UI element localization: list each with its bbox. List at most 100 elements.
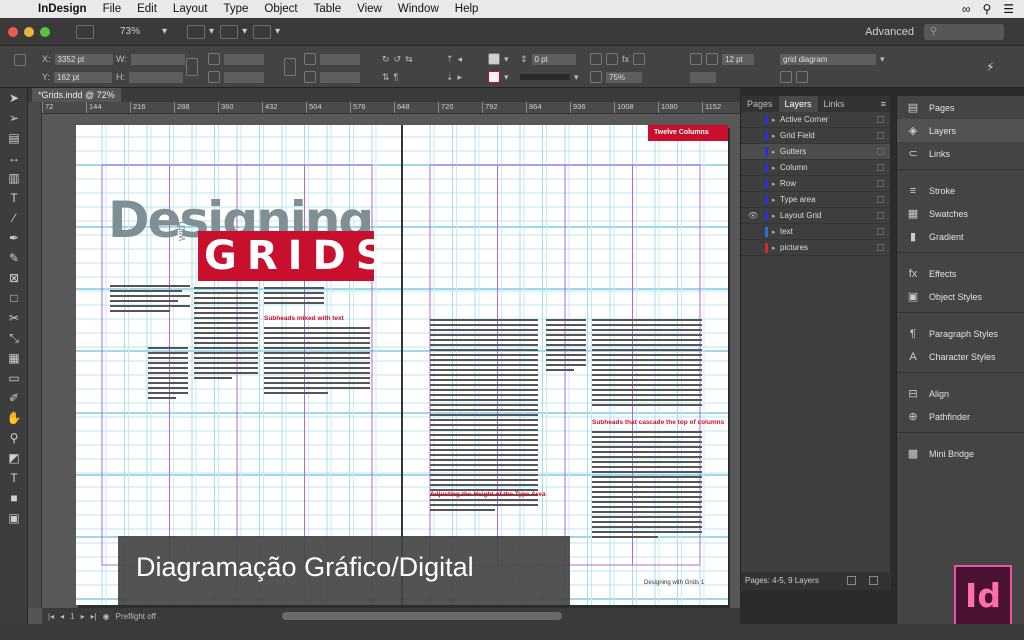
rotate-cw-icon[interactable]: ↻ [382, 54, 390, 65]
menu-object[interactable]: Object [256, 3, 305, 15]
scale-x-field[interactable] [224, 53, 264, 65]
panel-pages[interactable]: ▤ Pages [897, 96, 1024, 119]
page-spread[interactable]: Designing with GRIDS Twelve Columns Subh… [76, 125, 728, 605]
apply-color-icon[interactable]: ■ [0, 488, 28, 508]
panel-layers[interactable]: ◈ Layers [897, 119, 1024, 142]
layer-target-box[interactable] [877, 244, 884, 251]
scale-y-field[interactable] [224, 71, 264, 83]
expand-triangle-icon[interactable]: ▸ [772, 196, 780, 204]
menu-window[interactable]: Window [390, 3, 447, 15]
fill-stroke-icon[interactable]: ◩ [0, 448, 28, 468]
arrange-documents-icon[interactable] [253, 24, 272, 39]
note-tool-icon[interactable]: ▭ [0, 368, 28, 388]
stroke-type-select[interactable] [520, 74, 570, 80]
text-wrap-icon[interactable] [690, 53, 702, 65]
view-options-icon[interactable] [187, 24, 206, 39]
expand-triangle-icon[interactable]: ▸ [772, 228, 780, 236]
expand-triangle-icon[interactable]: ▸ [772, 164, 780, 172]
corner-options-icon[interactable] [633, 53, 646, 65]
lightning-icon[interactable]: ⚡ [986, 60, 994, 74]
constrain-scale-icon[interactable] [284, 58, 296, 76]
expand-triangle-icon[interactable]: ▸ [772, 116, 780, 124]
layer-row[interactable]: ▸ Row [741, 176, 890, 192]
expand-triangle-icon[interactable]: ▸ [772, 180, 780, 188]
panel-swatches[interactable]: ▦ Swatches [897, 202, 1024, 225]
help-search-input[interactable]: ⚲ [924, 23, 1004, 40]
layer-row[interactable]: ▸ Type area [741, 192, 890, 208]
layer-target-box[interactable] [877, 148, 884, 155]
x-position-field[interactable]: 3352 pt [54, 53, 113, 65]
constrain-proportions-icon[interactable] [186, 58, 198, 76]
page-tool-icon[interactable]: ▤ [0, 128, 28, 148]
stroke-weight-stepper-icon[interactable]: ⇕ [520, 54, 528, 65]
clear-overrides-icon[interactable] [780, 71, 792, 83]
rectangle-frame-tool-icon[interactable]: ⊠ [0, 268, 28, 288]
first-page-icon[interactable]: |◂ [48, 612, 54, 621]
gutter-field[interactable]: 12 pt [722, 53, 754, 65]
visibility-eye-icon[interactable]: 👁 [741, 211, 765, 220]
panel-stroke[interactable]: ≡ Stroke [897, 179, 1024, 202]
zoom-level-select[interactable]: 73% [120, 26, 162, 37]
screen-mode-icon[interactable] [220, 24, 239, 39]
layer-target-box[interactable] [877, 180, 884, 187]
vertical-ruler[interactable] [28, 102, 42, 608]
panel-align[interactable]: ⊟ Align [897, 382, 1024, 405]
drop-shadow-icon[interactable] [606, 53, 618, 65]
layer-target-box[interactable] [877, 196, 884, 203]
fitting-icon[interactable] [796, 71, 808, 83]
panel-character-styles[interactable]: A Character Styles [897, 345, 1024, 368]
y-position-field[interactable]: 162 pt [54, 71, 113, 83]
direct-selection-tool-icon[interactable]: ➢ [0, 108, 28, 128]
panel-links[interactable]: ⊂ Links [897, 142, 1024, 165]
next-page-icon[interactable]: ▸ [81, 612, 85, 621]
tab-layers[interactable]: Layers [778, 96, 818, 112]
expand-triangle-icon[interactable]: ▸ [772, 212, 780, 220]
layer-row[interactable]: ▸ Grid Field [741, 128, 890, 144]
stroke-weight-field[interactable]: 0 pt [531, 53, 576, 65]
shear-field[interactable] [320, 71, 360, 83]
last-page-icon[interactable]: ▸| [91, 612, 97, 621]
zoom-tool-icon[interactable]: ⚲ [0, 428, 28, 448]
menu-table[interactable]: Table [306, 3, 350, 15]
object-style-select[interactable]: grid diagram [780, 53, 876, 65]
columns-field[interactable] [690, 71, 716, 83]
fx-icon[interactable]: fx [622, 54, 629, 64]
minimize-window-button[interactable] [24, 26, 34, 37]
opacity-icon[interactable] [590, 71, 602, 83]
bridge-icon[interactable] [76, 24, 94, 39]
type-tool-icon[interactable]: T [0, 188, 28, 208]
selection-tool-icon[interactable]: ➤ [0, 88, 28, 108]
paragraph-icon[interactable]: ¶ [394, 72, 399, 82]
scale-y-icon[interactable] [208, 71, 220, 83]
expand-triangle-icon[interactable]: ▸ [772, 148, 780, 156]
width-field[interactable] [130, 53, 185, 65]
select-content-icon[interactable]: ⇣ [446, 72, 454, 83]
panel-mini-bridge[interactable]: ▩ Mini Bridge [897, 442, 1024, 465]
screen-mode-tool-icon[interactable]: ▣ [0, 508, 28, 528]
formatting-affects-icon[interactable]: T [0, 468, 28, 488]
expand-triangle-icon[interactable]: ▸ [772, 132, 780, 140]
reference-point-icon[interactable] [14, 54, 26, 66]
layer-target-box[interactable] [877, 132, 884, 139]
scale-x-icon[interactable] [208, 53, 220, 65]
layer-row[interactable]: ▸ Active Corner [741, 112, 890, 128]
panel-gradient[interactable]: ▮ Gradient [897, 225, 1024, 248]
eyedropper-tool-icon[interactable]: ✐ [0, 388, 28, 408]
layer-target-box[interactable] [877, 164, 884, 171]
panel-menu-icon[interactable]: ≡ [881, 99, 890, 109]
panel-effects[interactable]: fx Effects [897, 262, 1024, 285]
rotate-icon[interactable] [304, 53, 316, 65]
page-number-field[interactable]: 1 [70, 612, 74, 621]
select-container-icon[interactable]: ⇡ [446, 54, 454, 65]
select-previous-icon[interactable]: ◂ [458, 54, 463, 65]
layer-target-box[interactable] [877, 116, 884, 123]
rotate-ccw-icon[interactable]: ↺ [394, 54, 402, 65]
menu-type[interactable]: Type [215, 3, 256, 15]
previous-page-icon[interactable]: ◂ [60, 612, 64, 621]
expand-triangle-icon[interactable]: ▸ [772, 244, 780, 252]
notification-list-icon[interactable]: ☰ [1003, 2, 1014, 16]
horizontal-ruler[interactable]: 72 144 216 288 360 432 504 576 648 720 7… [42, 102, 740, 114]
tab-links[interactable]: Links [818, 96, 851, 112]
layer-row[interactable]: ▸ text [741, 224, 890, 240]
layer-row[interactable]: ▸ Gutters [741, 144, 890, 160]
